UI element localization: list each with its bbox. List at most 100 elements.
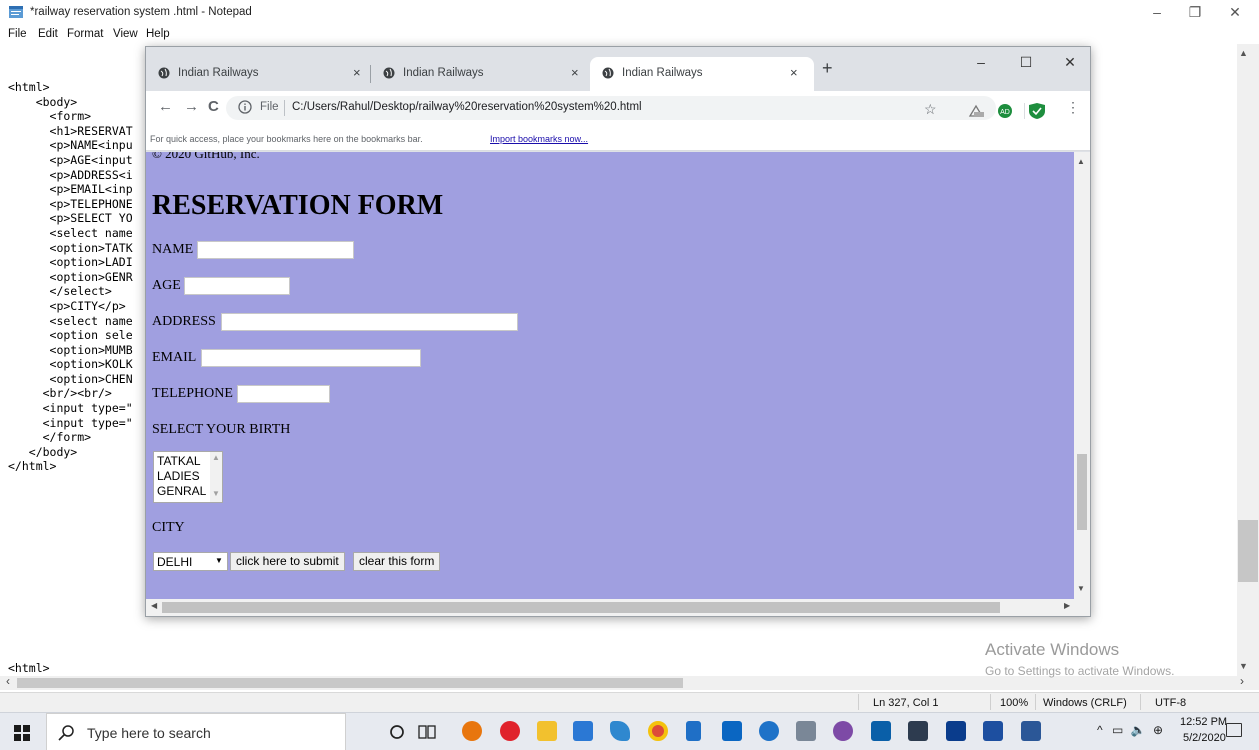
menu-format[interactable]: Format [67,28,103,40]
notepad-restore-button[interactable]: ❐ [1180,2,1210,22]
page-vertical-scroll-thumb[interactable] [1077,454,1087,530]
file-explorer-icon[interactable] [537,721,557,741]
chrome-maximize-button[interactable]: ☐ [1006,51,1046,73]
listbox-up-arrow-icon[interactable]: ▲ [212,453,220,462]
globe-icon [383,67,395,79]
age-input[interactable] [184,277,290,295]
clear-form-button[interactable]: clear this form [353,552,441,571]
photos-icon[interactable] [796,721,816,741]
page-scroll-right-arrow-icon[interactable]: ▶ [1064,601,1070,610]
taskbar-search-box[interactable]: Type here to search [46,713,346,750]
shield-icon[interactable] [1029,103,1045,119]
notepad-code-line-bottom: <html> [8,661,50,675]
listbox-down-arrow-icon[interactable]: ▼ [212,489,220,498]
notepad-code-line: <p>TELEPHONE [8,196,133,211]
notepad-code-line: <html> [8,80,50,94]
bookmarks-hint: For quick access, place your bookmarks h… [150,134,423,144]
birth-listbox[interactable]: TATKAL LADIES GENRAL ▲ ▼ [153,451,223,503]
notepad-code-line: <option>LADI [8,255,133,270]
page-scroll-down-arrow-icon[interactable]: ▼ [1077,584,1085,593]
adblock-icon[interactable]: AD [998,104,1012,118]
notepad-horizontal-scroll-thumb[interactable] [17,678,683,688]
mail-icon[interactable] [722,721,742,741]
tab-1[interactable]: Indian Railways × [146,57,366,91]
name-input[interactable] [197,241,354,259]
chrome-taskbar-icon[interactable] [648,721,668,741]
birth-option-genral[interactable]: GENRAL [157,484,211,498]
edge-icon[interactable] [759,721,779,741]
page-scroll-up-arrow-icon[interactable]: ▲ [1077,157,1085,166]
page-scroll-left-arrow-icon[interactable]: ◀ [151,601,157,610]
battery-icon[interactable]: ▭ [1112,723,1123,737]
page-horizontal-scroll-thumb[interactable] [162,602,1000,613]
city-selected-value: DELHI [157,555,193,569]
opera-icon[interactable] [500,721,520,741]
scroll-up-arrow-icon[interactable]: ▲ [1239,48,1248,58]
tray-icons[interactable]: ^ ▭ 🔈 ⊕ [1097,723,1163,737]
new-tab-plus-icon[interactable]: + [822,58,833,79]
chrome-close-button[interactable]: ✕ [1050,51,1090,73]
firefox-icon[interactable] [462,721,482,741]
url-text[interactable]: C:/Users/Rahul/Desktop/railway%20reserva… [292,101,642,113]
image-viewer-icon[interactable] [908,721,928,741]
notepad-close-button[interactable]: ✕ [1220,2,1250,22]
tab-close-icon[interactable]: × [353,65,361,80]
menu-help[interactable]: Help [146,28,170,40]
import-bookmarks-link[interactable]: Import bookmarks now... [490,134,588,144]
windows-taskbar: Type here to search ^ ▭ 🔈 ⊕ 12:52 PM 5/2… [0,712,1259,750]
cortana-icon[interactable] [389,724,405,740]
store-icon[interactable] [573,721,593,741]
menu-file[interactable]: File [8,28,27,40]
clock-time[interactable]: 12:52 PM [1180,716,1227,728]
tab-3-active[interactable]: Indian Railways × [590,57,814,91]
tray-chevron-up-icon[interactable]: ^ [1097,723,1103,737]
globe-icon[interactable]: ⊕ [1153,723,1163,737]
task-view-icon[interactable] [418,723,436,741]
forward-arrow-icon[interactable]: → [184,98,199,115]
movies-icon[interactable] [871,721,891,741]
tab-close-icon[interactable]: × [790,65,798,80]
photo-icon[interactable] [983,721,1003,741]
activate-windows-title: Activate Windows [985,640,1120,659]
telephone-input[interactable] [237,385,330,403]
status-divider [1140,694,1141,710]
paint-icon[interactable] [946,721,966,741]
back-arrow-icon[interactable]: ← [158,98,173,115]
info-icon[interactable] [238,100,252,114]
submit-button[interactable]: click here to submit [230,552,345,571]
chrome-menu-icon[interactable]: ⋮ [1066,99,1080,116]
tor-icon[interactable] [833,721,853,741]
notepad-taskbar-icon[interactable] [686,721,701,741]
extension-puzzle-icon[interactable] [968,104,984,117]
scroll-left-arrow-icon[interactable]: ‹ [6,674,10,688]
notepad-code-line: <input type=" [8,415,133,430]
notepad-code-line: <p>EMAIL<inp [8,182,133,197]
page-vertical-scrollbar[interactable] [1074,152,1090,599]
city-select[interactable]: DELHI ▼ [153,552,228,571]
address-input[interactable] [221,313,518,331]
address-bar[interactable]: File C:/Users/Rahul/Desktop/railway%20re… [226,96,996,120]
notepad-menubar: File Edit Format View Help [0,26,1259,44]
volume-icon[interactable]: 🔈 [1131,723,1146,737]
clock-date[interactable]: 5/2/2020 [1183,732,1226,744]
menu-edit[interactable]: Edit [38,28,58,40]
notepad-vertical-scroll-thumb[interactable] [1238,520,1258,582]
notepad-code-line: <body> [8,94,78,109]
scroll-down-arrow-icon[interactable]: ▼ [1239,661,1248,671]
app-icon[interactable] [610,721,630,741]
tab-2[interactable]: Indian Railways × [371,57,591,91]
tab-close-icon[interactable]: × [571,65,579,80]
scroll-right-arrow-icon[interactable]: › [1240,674,1244,688]
chrome-minimize-button[interactable]: – [961,51,1001,73]
notepad-minimize-button[interactable]: – [1142,2,1172,22]
reload-icon[interactable]: C [208,98,219,115]
birth-option-ladies[interactable]: LADIES [157,469,211,483]
notepad-code-line: <input type=" [8,401,133,416]
menu-view[interactable]: View [113,28,138,40]
word-icon[interactable] [1021,721,1041,741]
bookmark-star-icon[interactable]: ☆ [924,101,937,118]
windows-start-icon[interactable] [14,725,30,741]
birth-option-tatkal[interactable]: TATKAL [157,454,211,468]
email-input[interactable] [201,349,421,367]
notification-icon[interactable] [1226,723,1242,737]
